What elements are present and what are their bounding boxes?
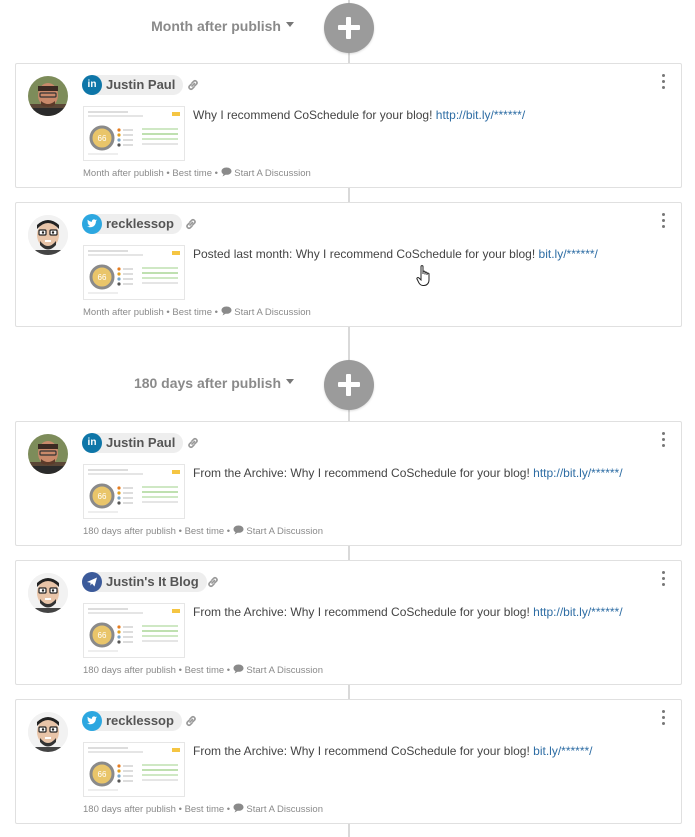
link-icon[interactable] — [186, 78, 200, 97]
post-message[interactable]: From the Archive: Why I recommend CoSche… — [193, 744, 593, 758]
account-name[interactable]: in Justin Paul — [82, 75, 184, 95]
post-link[interactable]: bit.ly/******/ — [539, 247, 598, 261]
speech-bubble-icon — [233, 525, 244, 538]
account-name[interactable]: in Justin Paul — [82, 433, 184, 453]
twitter-icon — [82, 711, 102, 731]
svg-text:66: 66 — [98, 770, 107, 779]
avatar — [28, 215, 68, 255]
group-header: Month after publish — [0, 0, 695, 56]
social-post-card[interactable]: in Justin Paul 66 Why I recommend CoSche… — [15, 63, 682, 188]
avatar — [28, 712, 68, 752]
svg-text:66: 66 — [98, 134, 107, 143]
avatar — [28, 434, 68, 474]
svg-text:66: 66 — [98, 492, 107, 501]
post-thumbnail[interactable]: 66 — [83, 603, 185, 658]
account-name[interactable]: recklessop — [82, 214, 182, 234]
svg-text:66: 66 — [98, 631, 107, 640]
start-discussion-link[interactable]: Start A Discussion — [221, 306, 311, 319]
post-link[interactable]: bit.ly/******/ — [533, 744, 592, 758]
post-thumbnail[interactable]: 66 — [83, 245, 185, 300]
post-thumbnail[interactable]: 66 — [83, 106, 185, 161]
caret-down-icon — [286, 379, 294, 384]
post-meta: 180 days after publish • Best time • Sta… — [83, 525, 323, 538]
post-message[interactable]: Why I recommend CoSchedule for your blog… — [193, 108, 525, 122]
avatar — [28, 76, 68, 116]
post-meta: Month after publish • Best time • Start … — [83, 306, 311, 319]
post-message[interactable]: Posted last month: Why I recommend CoSch… — [193, 247, 598, 261]
post-thumbnail[interactable]: 66 — [83, 464, 185, 519]
link-icon[interactable] — [184, 217, 198, 236]
social-post-card[interactable]: Justin's It Blog 66 From the Archive: Wh… — [15, 560, 682, 685]
paper-plane-icon — [82, 572, 102, 592]
group-timing-dropdown[interactable]: 180 days after publish — [134, 375, 294, 391]
post-meta: Month after publish • Best time • Start … — [83, 167, 311, 180]
svg-text:66: 66 — [98, 273, 107, 282]
group-timing-dropdown[interactable]: Month after publish — [151, 18, 294, 34]
social-post-card[interactable]: recklessop 66 Posted last month: Why I r… — [15, 202, 682, 327]
linkedin-icon: in — [82, 75, 102, 95]
account-name[interactable]: recklessop — [82, 711, 182, 731]
link-icon[interactable] — [184, 714, 198, 733]
speech-bubble-icon — [233, 803, 244, 816]
post-message[interactable]: From the Archive: Why I recommend CoSche… — [193, 466, 623, 480]
post-thumbnail[interactable]: 66 — [83, 742, 185, 797]
group-header: 180 days after publish — [0, 357, 695, 413]
post-message[interactable]: From the Archive: Why I recommend CoSche… — [193, 605, 623, 619]
caret-down-icon — [286, 22, 294, 27]
speech-bubble-icon — [233, 664, 244, 677]
link-icon[interactable] — [206, 575, 220, 594]
hand-cursor-icon — [416, 264, 434, 293]
link-icon[interactable] — [186, 436, 200, 455]
kebab-menu-icon[interactable] — [661, 571, 667, 587]
post-meta: 180 days after publish • Best time • Sta… — [83, 664, 323, 677]
social-post-card[interactable]: in Justin Paul 66 From the Archive: Why … — [15, 421, 682, 546]
post-link[interactable]: http://bit.ly/******/ — [436, 108, 525, 122]
add-post-button[interactable] — [324, 3, 374, 53]
social-post-card[interactable]: recklessop 66 From the Archive: Why I re… — [15, 699, 682, 824]
twitter-icon — [82, 214, 102, 234]
start-discussion-link[interactable]: Start A Discussion — [221, 167, 311, 180]
linkedin-icon: in — [82, 433, 102, 453]
start-discussion-link[interactable]: Start A Discussion — [233, 664, 323, 677]
kebab-menu-icon[interactable] — [661, 74, 667, 90]
avatar — [28, 573, 68, 613]
start-discussion-link[interactable]: Start A Discussion — [233, 525, 323, 538]
post-link[interactable]: http://bit.ly/******/ — [533, 605, 622, 619]
speech-bubble-icon — [221, 306, 232, 319]
post-meta: 180 days after publish • Best time • Sta… — [83, 803, 323, 816]
account-name[interactable]: Justin's It Blog — [82, 572, 207, 592]
start-discussion-link[interactable]: Start A Discussion — [233, 803, 323, 816]
kebab-menu-icon[interactable] — [661, 710, 667, 726]
kebab-menu-icon[interactable] — [661, 213, 667, 229]
post-link[interactable]: http://bit.ly/******/ — [533, 466, 622, 480]
speech-bubble-icon — [221, 167, 232, 180]
add-post-button[interactable] — [324, 360, 374, 410]
kebab-menu-icon[interactable] — [661, 432, 667, 448]
